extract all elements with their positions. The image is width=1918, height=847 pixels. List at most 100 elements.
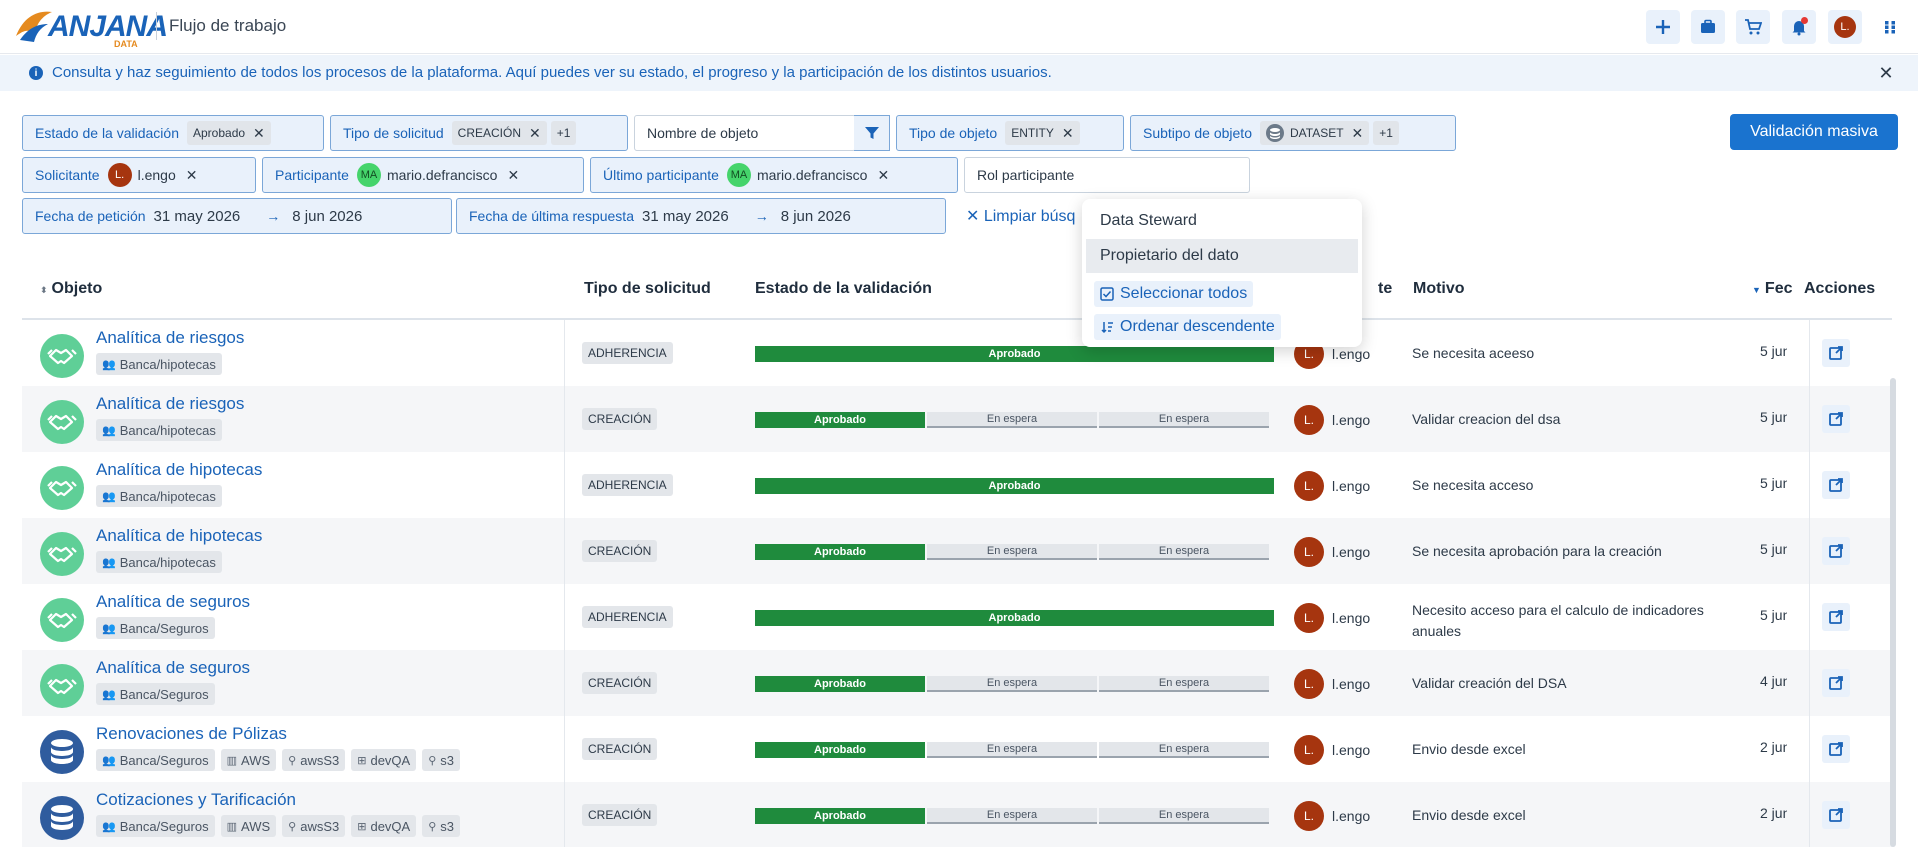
sort-descending-link[interactable]: Ordenar descendente: [1094, 314, 1281, 340]
object-title-link[interactable]: Analítica de hipotecas: [96, 526, 262, 546]
actions-cell: [1809, 584, 1892, 650]
user-chip[interactable]: L. l.engo ✕: [107, 163, 198, 187]
filter-ultimo-participante[interactable]: Último participante MA mario.defrancisco ✕: [590, 157, 958, 193]
col-motivo[interactable]: Motivo: [1413, 280, 1465, 298]
remove-chip-icon[interactable]: ✕: [529, 125, 541, 142]
cart-button[interactable]: [1736, 10, 1770, 44]
table-row[interactable]: Analítica de seguros 👥 Banca/Seguros ADHERE…: [22, 584, 1892, 650]
remove-chip-icon[interactable]: ✕: [253, 125, 265, 142]
open-external-button[interactable]: [1822, 339, 1850, 367]
filter-chip[interactable]: CREACIÓN ✕: [451, 121, 547, 145]
tag-label: Banca/Seguros: [119, 752, 209, 768]
col-acciones: Acciones: [1804, 280, 1876, 297]
table-row[interactable]: Analítica de riesgos 👥 Banca/hipotecas ADHE…: [22, 320, 1892, 386]
filter-solicitante[interactable]: Solicitante L. l.engo ✕: [22, 157, 256, 193]
object-tags: 👥 Banca/hipotecas: [96, 419, 222, 441]
portfolio-button[interactable]: [1691, 10, 1725, 44]
add-button[interactable]: [1646, 10, 1680, 44]
tag-label: devQA: [370, 818, 411, 834]
filter-tipo-solicitud[interactable]: Tipo de solicitud CREACIÓN ✕ +1: [330, 115, 628, 151]
info-icon: i: [29, 66, 43, 80]
requester: L. l.engo: [1294, 603, 1370, 633]
filter-tipo-objeto[interactable]: Tipo de objeto ENTITY ✕: [896, 115, 1124, 151]
table-row[interactable]: Analítica de hipotecas 👥 Banca/hipotecas AD…: [22, 452, 1892, 518]
object-title-link[interactable]: Cotizaciones y Tarificación: [96, 790, 296, 810]
external-link-icon: [1828, 675, 1844, 691]
open-external-button[interactable]: [1822, 471, 1850, 499]
request-date: 5 jun: [1760, 607, 1787, 623]
object-title-link[interactable]: Analítica de seguros: [96, 592, 250, 612]
date-to[interactable]: 8 jun 2026: [292, 208, 362, 225]
user-menu-button[interactable]: L.: [1828, 10, 1862, 44]
filter-fecha-peticion[interactable]: Fecha de petición 31 may 2026 → 8 jun 20…: [22, 198, 452, 234]
col-estado[interactable]: Estado de la validación: [755, 280, 932, 298]
validation-step-approved: Aprobado: [755, 478, 1274, 494]
handshake-icon: [40, 532, 84, 576]
filter-participante[interactable]: Participante MA mario.defrancisco ✕: [262, 157, 584, 193]
open-external-button[interactable]: [1822, 801, 1850, 829]
select-all-link[interactable]: Seleccionar todos: [1094, 281, 1254, 307]
table-row[interactable]: Cotizaciones y Tarificación 👥 Banca/Seguro…: [22, 782, 1892, 847]
object-title-link[interactable]: Analítica de seguros: [96, 658, 250, 678]
filter-button[interactable]: [854, 115, 890, 151]
more-chip[interactable]: +1: [550, 121, 577, 145]
filter-chip[interactable]: ENTITY ✕: [1005, 121, 1080, 145]
remove-chip-icon[interactable]: ✕: [877, 167, 889, 184]
table-row[interactable]: Renovaciones de Pólizas 👥 Banca/Seguros ▥ AW…: [22, 716, 1892, 782]
object-title-link[interactable]: Analítica de riesgos: [96, 394, 244, 414]
anjana-logo[interactable]: ANJANA DATA: [14, 6, 168, 49]
open-external-button[interactable]: [1822, 537, 1850, 565]
remove-chip-icon[interactable]: ✕: [1062, 125, 1074, 142]
table-row[interactable]: Analítica de hipotecas 👥 Banca/hipotecas CR…: [22, 518, 1892, 584]
remove-chip-icon[interactable]: ✕: [1352, 125, 1364, 142]
object-title-link[interactable]: Analítica de hipotecas: [96, 460, 262, 480]
bulk-validation-button[interactable]: Validación masiva: [1730, 114, 1898, 150]
request-type-badge: CREACIÓN: [582, 408, 658, 430]
open-external-button[interactable]: [1822, 603, 1850, 631]
top-bar: ANJANA DATA Flujo de trabajo L.: [0, 0, 1918, 54]
table-row[interactable]: Analítica de riesgos 👥 Banca/hipotecas CREA…: [22, 386, 1892, 452]
object-name-input[interactable]: Nombre de objeto: [634, 115, 856, 151]
object-title-link[interactable]: Analítica de riesgos: [96, 328, 244, 348]
request-type-badge: CREACIÓN: [582, 804, 658, 826]
col-solicitante[interactable]: te: [1378, 280, 1392, 298]
remove-chip-icon[interactable]: ✕: [507, 167, 519, 184]
filter-chip[interactable]: Aprobado ✕: [187, 121, 271, 145]
col-objeto[interactable]: ⬍ Objeto: [40, 280, 102, 298]
open-external-button[interactable]: [1822, 735, 1850, 763]
object-tag: 👥 Banca/hipotecas: [96, 485, 222, 507]
filter-subtipo-objeto[interactable]: Subtipo de objeto DATASET ✕ +1: [1130, 115, 1456, 151]
remove-chip-icon[interactable]: ✕: [186, 167, 198, 184]
date-from[interactable]: 31 may 2026: [642, 208, 729, 225]
actions-cell: [1809, 386, 1892, 452]
open-external-button[interactable]: [1822, 669, 1850, 697]
col-fecha[interactable]: ▼ Fec: [1752, 280, 1793, 298]
actions-cell: [1809, 518, 1892, 584]
user-chip[interactable]: MA mario.defrancisco ✕: [356, 163, 519, 187]
request-date: 2 jun: [1760, 739, 1787, 755]
dropdown-option-data-steward[interactable]: Data Steward: [1086, 204, 1358, 238]
notifications-button[interactable]: [1782, 10, 1816, 44]
date-from[interactable]: 31 may 2026: [154, 208, 241, 225]
avatar: L.: [1294, 603, 1324, 633]
requester: L. l.engo: [1294, 537, 1370, 567]
rol-participante-input[interactable]: Rol participante: [964, 157, 1250, 193]
vertical-scrollbar[interactable]: [1890, 378, 1896, 847]
more-chip[interactable]: +1: [1373, 121, 1399, 145]
dropdown-option-propietario[interactable]: Propietario del dato: [1086, 239, 1358, 273]
user-chip[interactable]: MA mario.defrancisco ✕: [726, 163, 889, 187]
object-title-link[interactable]: Renovaciones de Pólizas: [96, 724, 287, 744]
table-row[interactable]: Analítica de seguros 👥 Banca/Seguros CREACI…: [22, 650, 1892, 716]
clear-search-link[interactable]: ✕ Limpiar búsq: [966, 206, 1075, 226]
date-to[interactable]: 8 jun 2026: [781, 208, 851, 225]
object-tags: 👥 Banca/Seguros ▥ AWS ⚲ awsS3 ⊞ devQA ⚲ s3: [96, 749, 461, 771]
filter-fecha-respuesta[interactable]: Fecha de última respuesta 31 may 2026 → …: [456, 198, 946, 234]
filter-estado-validacion[interactable]: Estado de la validación Aprobado ✕: [22, 115, 324, 151]
validation-step-pending: En espera: [927, 544, 1097, 560]
open-external-button[interactable]: [1822, 405, 1850, 433]
close-icon[interactable]: ✕: [1876, 63, 1896, 83]
server-icon: ▥: [226, 820, 238, 833]
apps-button[interactable]: [1873, 10, 1907, 44]
col-tipo[interactable]: Tipo de solicitud: [584, 280, 711, 298]
filter-chip[interactable]: DATASET ✕: [1259, 121, 1370, 145]
